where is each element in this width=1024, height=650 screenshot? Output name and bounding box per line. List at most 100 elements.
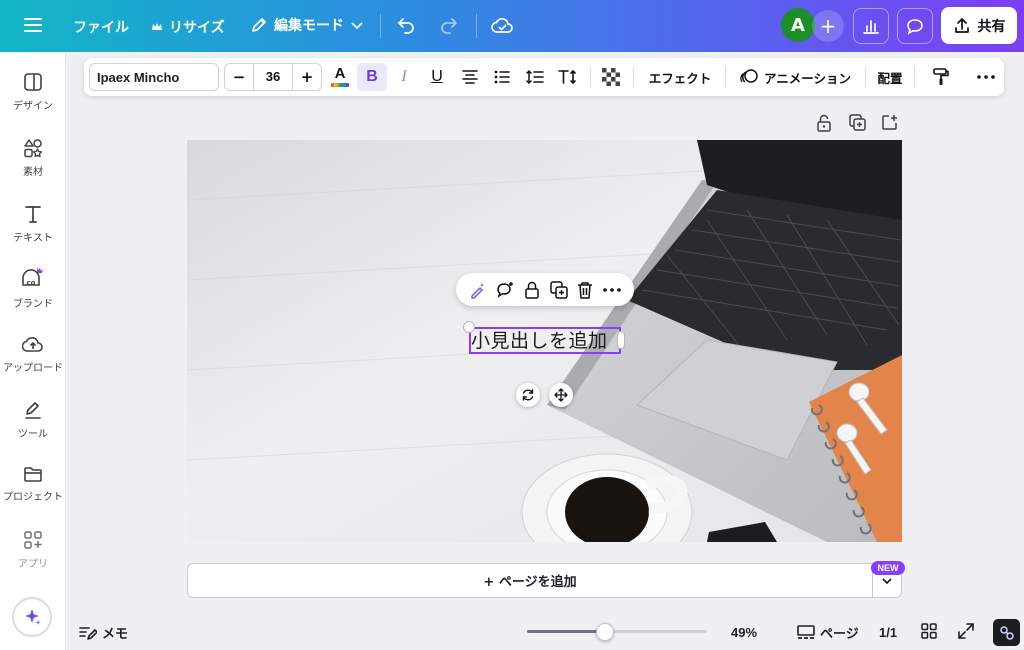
position-button[interactable]: 配置 [875,58,905,96]
sidebar-item-label: プロジェクト [3,492,63,503]
svg-text:co: co [27,279,36,287]
left-sidebar: デザイン 素材 テキスト co ブランド アップロード ツール プロジェクト ア… [0,52,66,650]
text-color-button[interactable]: A [328,58,352,96]
pages-label: ページ [820,626,859,641]
edit-mode-button[interactable]: 編集モード [250,15,364,35]
comment-icon[interactable] [897,8,933,44]
magic-sparkle-button[interactable] [12,597,52,637]
lock-icon[interactable] [524,281,540,299]
undo-icon[interactable] [396,16,416,34]
sidebar-item-upload[interactable]: アップロード [0,334,66,374]
sidebar-item-label: アプリ [18,559,48,570]
file-menu[interactable]: ファイル [73,17,129,37]
bold-button[interactable]: B [357,63,387,91]
underline-button[interactable]: U [425,58,449,96]
sidebar-item-projects[interactable]: プロジェクト [0,465,66,503]
add-page-icon[interactable] [881,114,898,131]
rotate-icon[interactable] [516,383,540,407]
lock-page-icon[interactable] [816,114,832,132]
resize-handle[interactable] [463,321,475,333]
menu-icon[interactable] [24,17,42,33]
elements-icon [23,138,43,158]
resize-button[interactable]: リサイズ [151,17,225,37]
sidebar-item-design[interactable]: デザイン [0,72,66,112]
folder-icon [23,465,43,483]
new-badge: NEW [871,561,905,575]
sidebar-item-label: ブランド [13,299,53,310]
sidebar-item-apps[interactable]: アプリ [0,530,66,570]
decrease-font-size-button[interactable]: − [225,68,253,86]
animate-button[interactable]: アニメーション [737,58,854,96]
redo-icon[interactable] [439,16,459,34]
italic-button[interactable]: I [392,58,416,96]
duplicate-icon[interactable] [550,280,568,299]
zoom-slider[interactable] [527,630,707,633]
comment-add-icon[interactable] [496,281,514,299]
sidebar-item-elements[interactable]: 素材 [0,138,66,178]
top-bar: ファイル リサイズ 編集モード A + 共有 [0,0,1024,52]
upload-share-icon [953,17,971,35]
divider [590,67,591,87]
resize-label: リサイズ [169,20,225,36]
magic-edit-icon[interactable] [469,281,487,299]
more-icon[interactable] [603,287,621,292]
effects-button[interactable]: エフェクト [644,58,716,96]
chevron-down-icon [350,20,364,30]
insights-icon[interactable] [853,8,889,44]
notes-button[interactable]: メモ [79,623,128,642]
zoom-percent[interactable]: 49% [731,625,757,640]
element-context-toolbar [456,273,634,306]
pages-button[interactable]: ページ [797,623,859,642]
text-height-icon[interactable] [556,58,580,96]
divider [380,14,381,38]
sidebar-item-tools[interactable]: ツール [0,400,66,440]
apps-icon [23,530,43,550]
zoom-slider-fill [527,630,605,633]
heading-text-box[interactable]: 小見出しを追加 [469,327,621,354]
divider [476,14,477,38]
cloud-saved-icon[interactable] [490,15,514,35]
trash-icon[interactable] [577,281,593,299]
zoom-slider-thumb[interactable] [596,623,614,641]
upload-icon [22,334,44,354]
design-icon [23,72,43,92]
transparency-icon[interactable] [598,58,624,96]
font-size-input[interactable]: 36 [253,64,293,90]
heading-text[interactable]: 小見出しを追加 [471,329,608,353]
invite-plus-icon[interactable]: + [812,10,844,42]
pencil-icon [250,16,268,34]
share-button[interactable]: 共有 [941,7,1017,44]
pages-icon [797,624,815,641]
sidebar-item-label: デザイン [13,101,53,112]
width-handle[interactable] [617,331,625,349]
avatar[interactable]: A [781,8,815,42]
edit-mode-label: 編集モード [274,18,344,34]
increase-font-size-button[interactable]: + [293,68,321,86]
add-page-button[interactable]: + ページを追加 [187,563,873,598]
color-strip-icon [331,83,349,87]
text-format-toolbar: Ipaex Mincho − 36 + A B I U エフェクト アニメーショ… [84,58,1004,96]
sidebar-item-text[interactable]: テキスト [0,204,66,244]
animate-label: アニメーション [763,70,851,86]
more-options-icon[interactable] [974,58,998,96]
bullet-list-icon[interactable] [490,58,514,96]
duplicate-page-icon[interactable] [849,114,866,131]
paint-roller-icon[interactable] [929,58,953,96]
grid-view-icon[interactable] [921,623,937,639]
assistant-icon[interactable] [993,619,1020,646]
share-label: 共有 [977,18,1006,35]
font-size-stepper: − 36 + [224,63,322,91]
animate-icon [740,68,758,86]
line-spacing-icon[interactable] [523,58,547,96]
fullscreen-icon[interactable] [958,623,974,639]
brand-icon: co [20,266,46,290]
font-family-select[interactable]: Ipaex Mincho [89,63,219,91]
divider [725,67,726,87]
move-icon[interactable] [549,383,573,407]
sidebar-item-brand[interactable]: co ブランド [0,266,66,310]
align-center-icon[interactable] [458,58,482,96]
sidebar-item-label: アップロード [3,363,63,374]
sparkle-icon [22,607,42,627]
sidebar-item-label: 素材 [23,167,43,178]
divider [633,67,634,87]
